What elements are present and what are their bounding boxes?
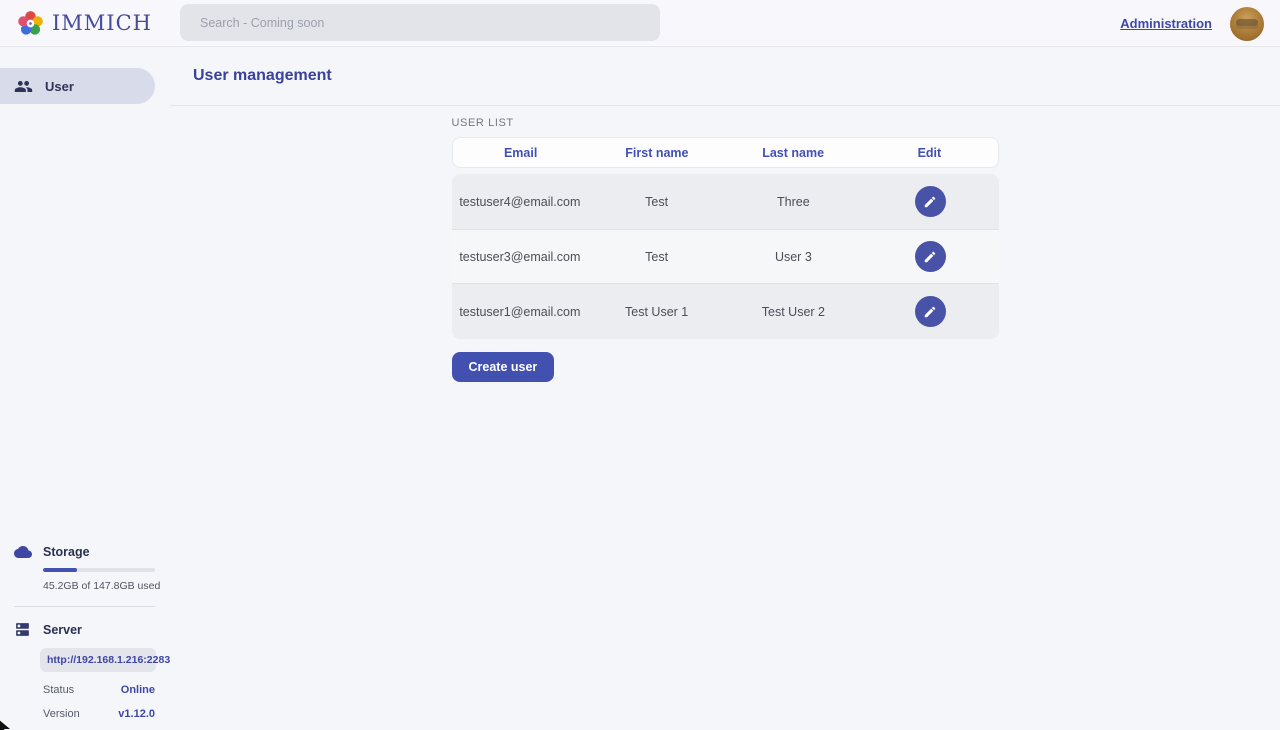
table-row: testuser4@email.com Test Three xyxy=(452,174,999,229)
storage-title: Storage xyxy=(43,545,90,559)
navbar-right: Administration xyxy=(1120,0,1264,47)
user-table-body: testuser4@email.com Test Three xyxy=(452,174,999,339)
server-dns-icon xyxy=(14,621,32,638)
page-title: User management xyxy=(193,67,332,85)
users-group-icon xyxy=(14,77,33,96)
user-first-name-cell: Test xyxy=(588,195,725,209)
table-row: testuser3@email.com Test User 3 xyxy=(452,229,999,284)
edit-user-button[interactable] xyxy=(915,296,946,327)
sidebar-divider xyxy=(14,606,155,607)
column-header-last-name: Last name xyxy=(725,146,861,160)
user-list-section: USER LIST Email First name Last name Edi… xyxy=(452,117,999,382)
version-value: v1.12.0 xyxy=(118,708,155,720)
sidebar-status-panel: Storage 45.2GB of 147.8GB used Server ht… xyxy=(0,545,170,720)
version-label: Version xyxy=(43,708,80,720)
immich-flower-icon xyxy=(17,10,44,37)
app-logo[interactable]: IMMICH xyxy=(0,10,163,37)
storage-usage-text: 45.2GB of 147.8GB used xyxy=(43,580,170,592)
server-title: Server xyxy=(43,623,82,637)
admin-sidebar: User Storage 45.2GB of 147.8GB used xyxy=(0,47,170,730)
column-header-first-name: First name xyxy=(589,146,725,160)
status-value: Online xyxy=(121,684,155,696)
status-label: Status xyxy=(43,684,74,696)
search-input[interactable] xyxy=(180,4,660,41)
user-table-header: Email First name Last name Edit xyxy=(452,137,999,168)
user-last-name-cell: Three xyxy=(725,195,862,209)
edit-user-button[interactable] xyxy=(915,186,946,217)
section-title: USER LIST xyxy=(452,117,999,129)
cloud-icon xyxy=(14,545,32,559)
user-first-name-cell: Test User 1 xyxy=(588,305,725,319)
user-email-cell: testuser1@email.com xyxy=(452,305,589,319)
sidebar-item-label: User xyxy=(45,79,74,94)
app-title: IMMICH xyxy=(52,11,152,35)
top-navbar: IMMICH Administration xyxy=(0,0,1280,47)
column-header-email: Email xyxy=(453,146,589,160)
user-first-name-cell: Test xyxy=(588,250,725,264)
main-panel: User management USER LIST Email First na… xyxy=(170,47,1280,730)
storage-header: Storage xyxy=(0,545,170,559)
edit-user-button[interactable] xyxy=(915,241,946,272)
pencil-icon xyxy=(923,195,937,209)
pencil-icon xyxy=(923,305,937,319)
pencil-icon xyxy=(923,250,937,264)
user-email-cell: testuser4@email.com xyxy=(452,195,589,209)
user-last-name-cell: Test User 2 xyxy=(725,305,862,319)
server-version-row: Version v1.12.0 xyxy=(43,708,155,720)
user-avatar[interactable] xyxy=(1230,7,1264,41)
server-status-row: Status Online xyxy=(43,684,155,696)
server-url: http://192.168.1.216:2283 xyxy=(40,648,156,672)
sidebar-item-user[interactable]: User xyxy=(0,68,155,104)
table-row: testuser1@email.com Test User 1 Test Use… xyxy=(452,284,999,339)
create-user-button[interactable]: Create user xyxy=(452,352,555,382)
storage-progress-fill xyxy=(43,568,77,572)
user-email-cell: testuser3@email.com xyxy=(452,250,589,264)
page-header: User management xyxy=(170,47,1280,106)
administration-link[interactable]: Administration xyxy=(1120,16,1212,31)
user-last-name-cell: User 3 xyxy=(725,250,862,264)
storage-progress-track xyxy=(43,568,155,572)
column-header-edit: Edit xyxy=(861,146,997,160)
server-header: Server xyxy=(0,621,170,638)
mouse-cursor xyxy=(0,719,11,730)
